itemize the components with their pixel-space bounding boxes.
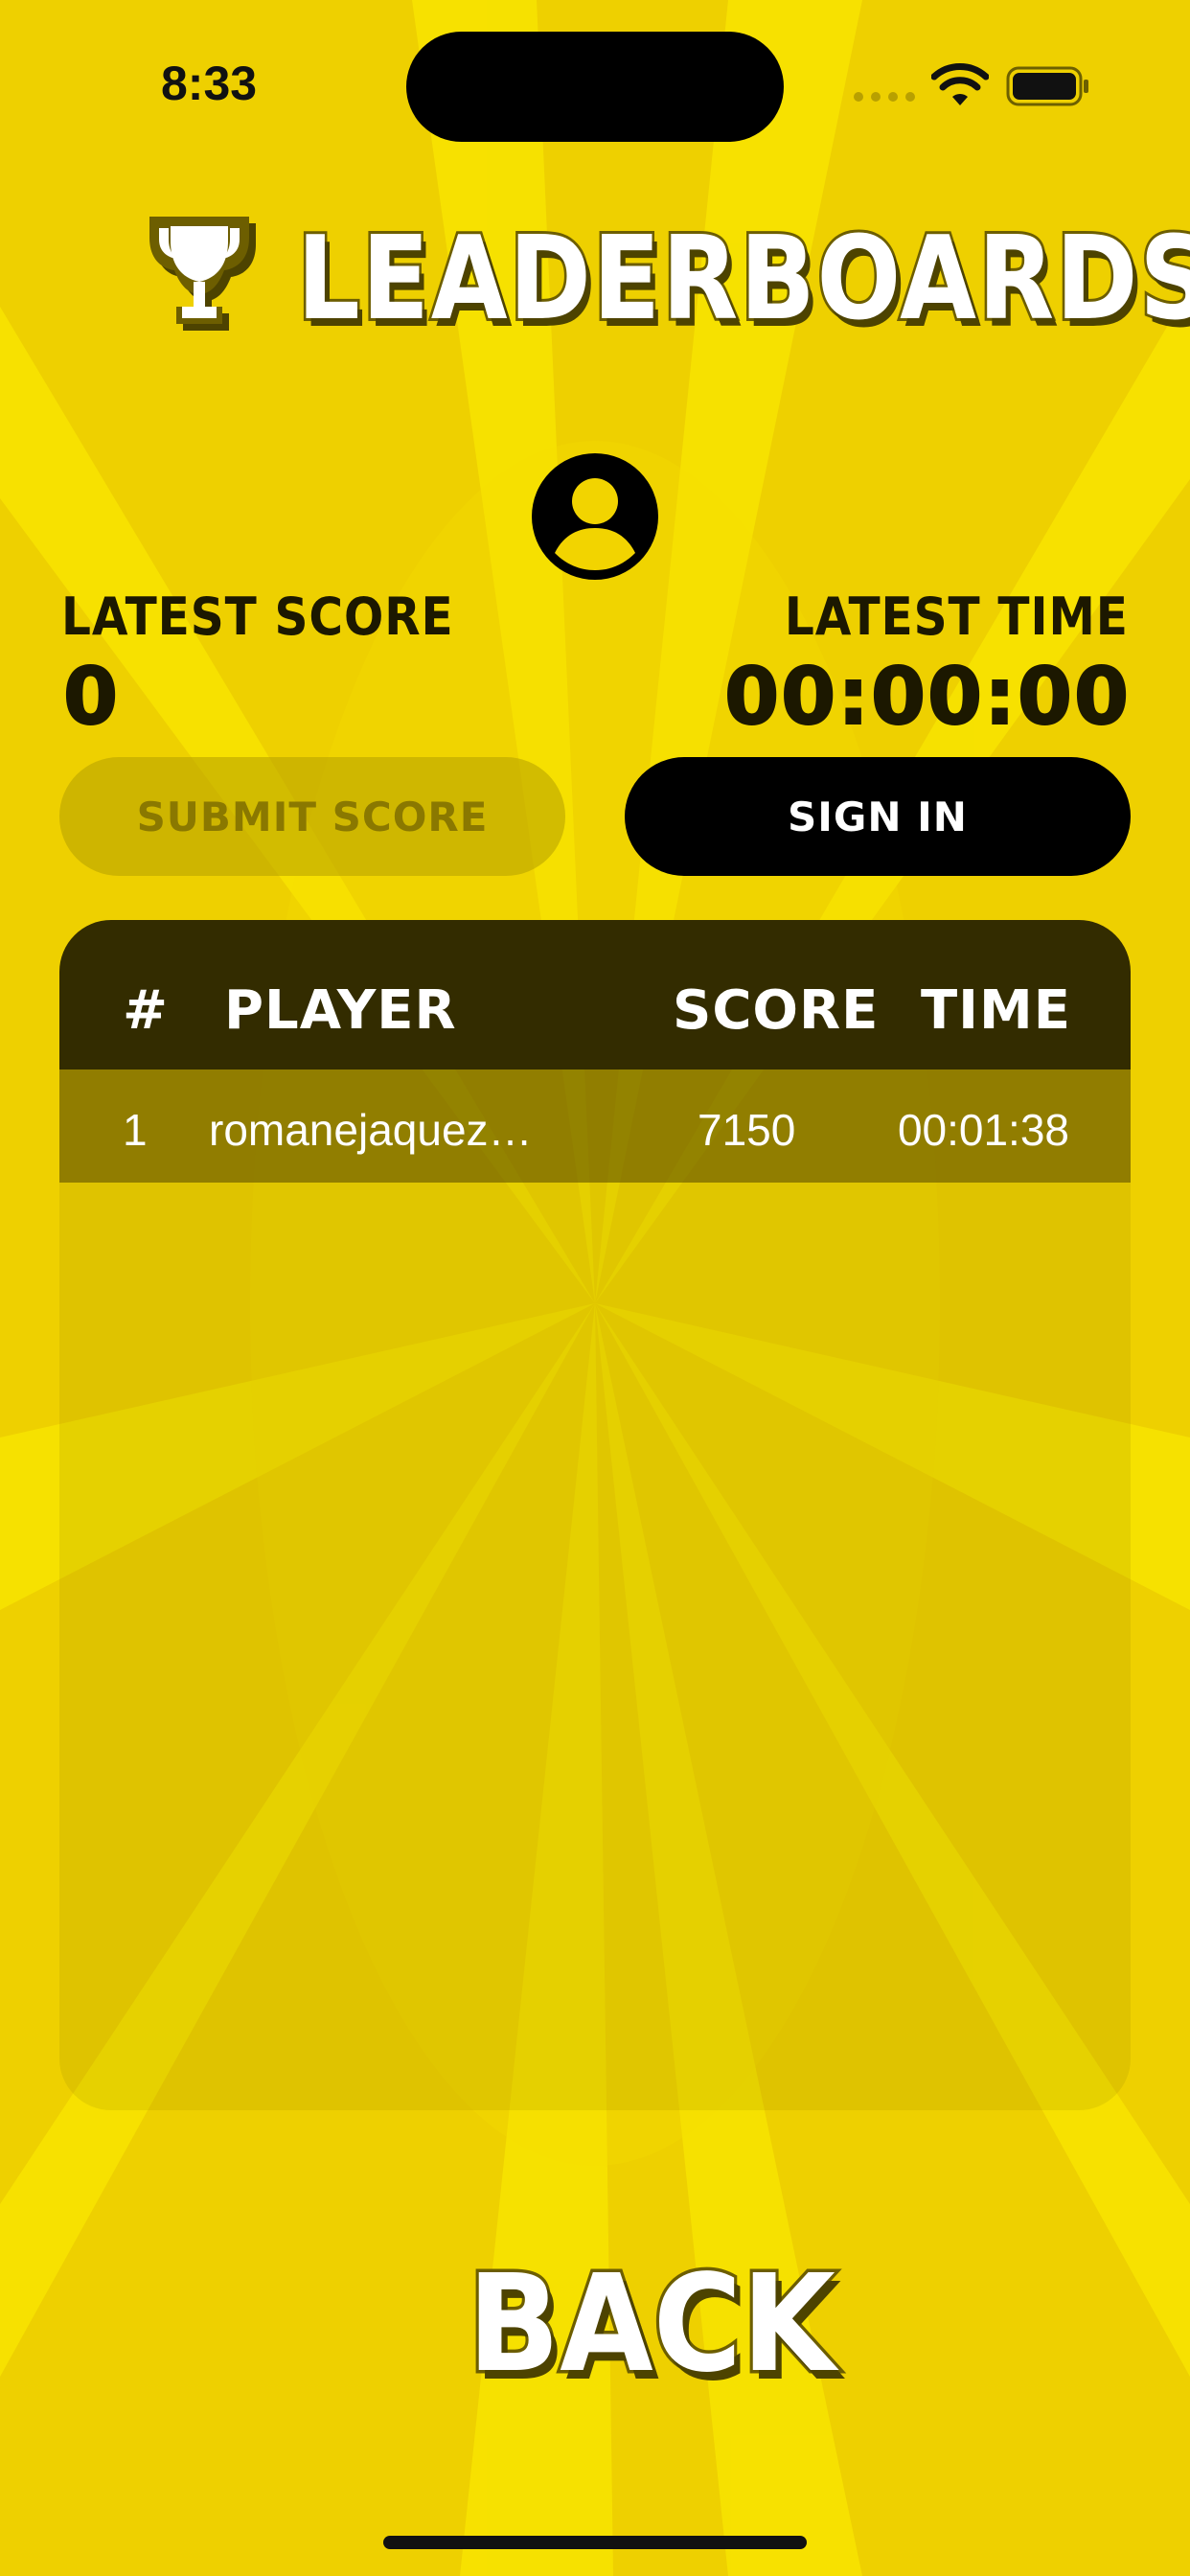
submit-score-button[interactable]: SUBMIT SCORE bbox=[59, 757, 565, 876]
header-score: SCORE bbox=[673, 979, 880, 1042]
header-rank: # bbox=[123, 979, 169, 1042]
sign-in-button[interactable]: SIGN IN bbox=[625, 757, 1131, 876]
leaderboard-table: # PLAYER SCORE TIME 1 romanejaquez… 7150… bbox=[59, 920, 1131, 2110]
header-player: PLAYER bbox=[224, 979, 457, 1042]
battery-icon bbox=[1006, 66, 1088, 106]
row-time: 00:01:38 bbox=[897, 1105, 1069, 1155]
row-score: 7150 bbox=[698, 1105, 796, 1155]
signal-dots-icon bbox=[854, 92, 915, 102]
dynamic-island bbox=[406, 32, 784, 142]
header-time: TIME bbox=[920, 979, 1071, 1042]
back-button[interactable]: BACK bbox=[465, 2242, 838, 2405]
latest-time-label: LATEST TIME bbox=[785, 586, 1129, 647]
home-indicator bbox=[383, 2536, 807, 2549]
status-time: 8:33 bbox=[161, 57, 258, 110]
table-row[interactable]: 1 romanejaquez… 7150 00:01:38 bbox=[59, 1070, 1131, 1183]
leaderboards-header: LEADERBOARDS bbox=[144, 210, 1190, 355]
table-header: # PLAYER SCORE TIME bbox=[59, 920, 1131, 1070]
latest-time-value: 00:00:00 bbox=[723, 651, 1131, 744]
latest-score-value: 0 bbox=[62, 651, 119, 744]
latest-score-label: LATEST SCORE bbox=[61, 586, 454, 647]
page-title: LEADERBOARDS bbox=[294, 210, 1190, 349]
person-icon[interactable] bbox=[532, 453, 658, 580]
trophy-icon bbox=[149, 217, 256, 331]
row-rank: 1 bbox=[123, 1105, 148, 1155]
row-player: romanejaquez… bbox=[209, 1105, 533, 1155]
wifi-icon bbox=[931, 63, 989, 105]
